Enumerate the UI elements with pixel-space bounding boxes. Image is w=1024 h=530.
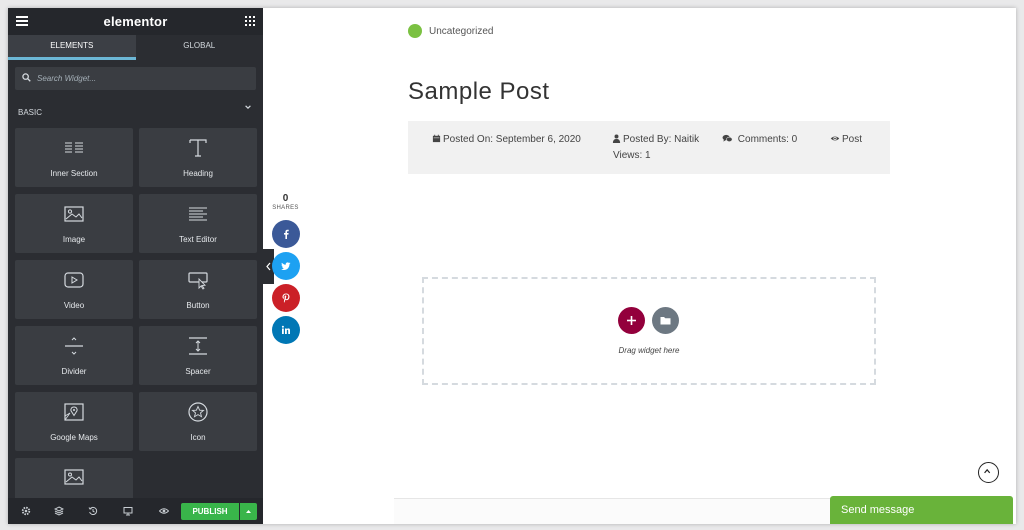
views-label: Post [842,134,863,145]
post-meta: Posted On: September 6, 2020 Posted By: … [408,121,890,174]
posted-on-text: Posted On: September 6, 2020 [443,134,581,145]
category-label: BASIC [18,108,43,117]
widget-label: Inner Section [50,169,98,178]
spacer-icon [189,337,207,355]
caret-up-icon [246,510,251,513]
category-basic[interactable]: BASIC [18,102,254,117]
pinterest-icon [282,293,290,303]
google-maps-icon [64,403,84,421]
publish-options-button[interactable] [240,503,257,520]
widget-divider[interactable]: Divider [15,326,133,385]
post-title: Sample Post [408,78,550,105]
widget-label: Spacer [185,367,211,376]
tab-global[interactable]: GLOBAL [135,35,263,60]
preview-eye-icon[interactable] [159,506,169,516]
widget-label: Video [63,301,85,310]
tab-elements[interactable]: ELEMENTS [8,35,136,60]
widget-icon[interactable]: Icon [139,392,257,451]
panel-header: elementor [8,8,263,35]
widget-label: Icon [190,433,206,442]
widget-google-maps[interactable]: Google Maps [15,392,133,451]
star-icon [188,402,208,422]
pinterest-share-button[interactable] [272,284,300,312]
widget-image-box[interactable] [15,458,133,500]
widget-video[interactable]: Video [15,260,133,319]
divider-icon [65,337,83,355]
settings-gear-icon[interactable] [21,506,31,516]
facebook-share-button[interactable] [272,220,300,248]
widget-spacer[interactable]: Spacer [139,326,257,385]
category-dot-icon [408,24,422,38]
responsive-desktop-icon[interactable] [123,506,133,516]
calendar-icon [432,134,441,143]
folder-icon [660,317,671,325]
elementor-panel: elementor ELEMENTS GLOBAL BASIC [8,8,263,524]
chevron-up-icon [984,468,991,474]
share-count: 0 [282,193,289,204]
widget-label: Button [186,301,210,310]
views-meta: Post [830,134,862,145]
widgets-grid-icon[interactable] [245,16,255,26]
heading-icon [189,139,207,157]
share-label: SHARES [272,205,299,211]
posted-by-meta: Posted By: Naitik [612,134,699,145]
comments-text: Comments: 0 [737,134,798,145]
widget-label: Text Editor [179,235,217,244]
widget-label: Divider [61,367,87,376]
navigator-layers-icon[interactable] [54,506,64,516]
image-box-icon [64,469,84,485]
page-bottom-bar [394,498,834,524]
plus-icon [627,316,636,325]
widget-drop-zone[interactable] [422,277,876,385]
drag-widget-hint: Drag widget here [618,346,680,355]
widget-button[interactable]: Button [139,260,257,319]
category-link[interactable]: Uncategorized [429,26,493,37]
widget-inner-section[interactable]: Inner Section [15,128,133,187]
widget-label: Image [62,235,86,244]
button-icon [188,272,208,290]
text-editor-icon [189,207,207,221]
widget-heading[interactable]: Heading [139,128,257,187]
send-message-chat-button[interactable]: Send message [830,496,1013,524]
widget-grid: Inner Section Heading Image Text Editor … [15,128,257,500]
user-icon [612,134,621,143]
views-count: Views: 1 [613,150,651,161]
inner-section-icon [65,142,83,153]
facebook-icon [284,229,289,239]
twitter-icon [281,262,291,270]
posted-by-text: Posted By: Naitik [623,134,700,145]
comments-icon [722,134,733,142]
publish-button[interactable]: PUBLISH [181,503,239,520]
history-icon[interactable] [88,506,98,516]
linkedin-icon [281,325,290,334]
editor-window: elementor ELEMENTS GLOBAL BASIC [8,8,1016,524]
elementor-logo: elementor [103,14,168,29]
add-section-button[interactable] [618,307,645,334]
video-icon [64,272,84,288]
scroll-to-top-button[interactable] [978,462,999,483]
add-template-button[interactable] [652,307,679,334]
widget-search [15,67,256,90]
widget-text-editor[interactable]: Text Editor [139,194,257,253]
widget-label: Google Maps [50,433,98,442]
widget-label: Heading [183,169,213,178]
search-input[interactable] [37,67,247,90]
eye-icon [830,136,840,141]
posted-on-meta: Posted On: September 6, 2020 [432,134,581,145]
panel-tabs: ELEMENTS GLOBAL [8,35,263,60]
image-icon [64,206,84,222]
linkedin-share-button[interactable] [272,316,300,344]
widget-image[interactable]: Image [15,194,133,253]
panel-footer: PUBLISH [8,498,263,524]
chevron-down-icon [245,105,251,110]
search-icon [22,73,31,82]
comments-meta: Comments: 0 [722,134,797,145]
twitter-share-button[interactable] [272,252,300,280]
